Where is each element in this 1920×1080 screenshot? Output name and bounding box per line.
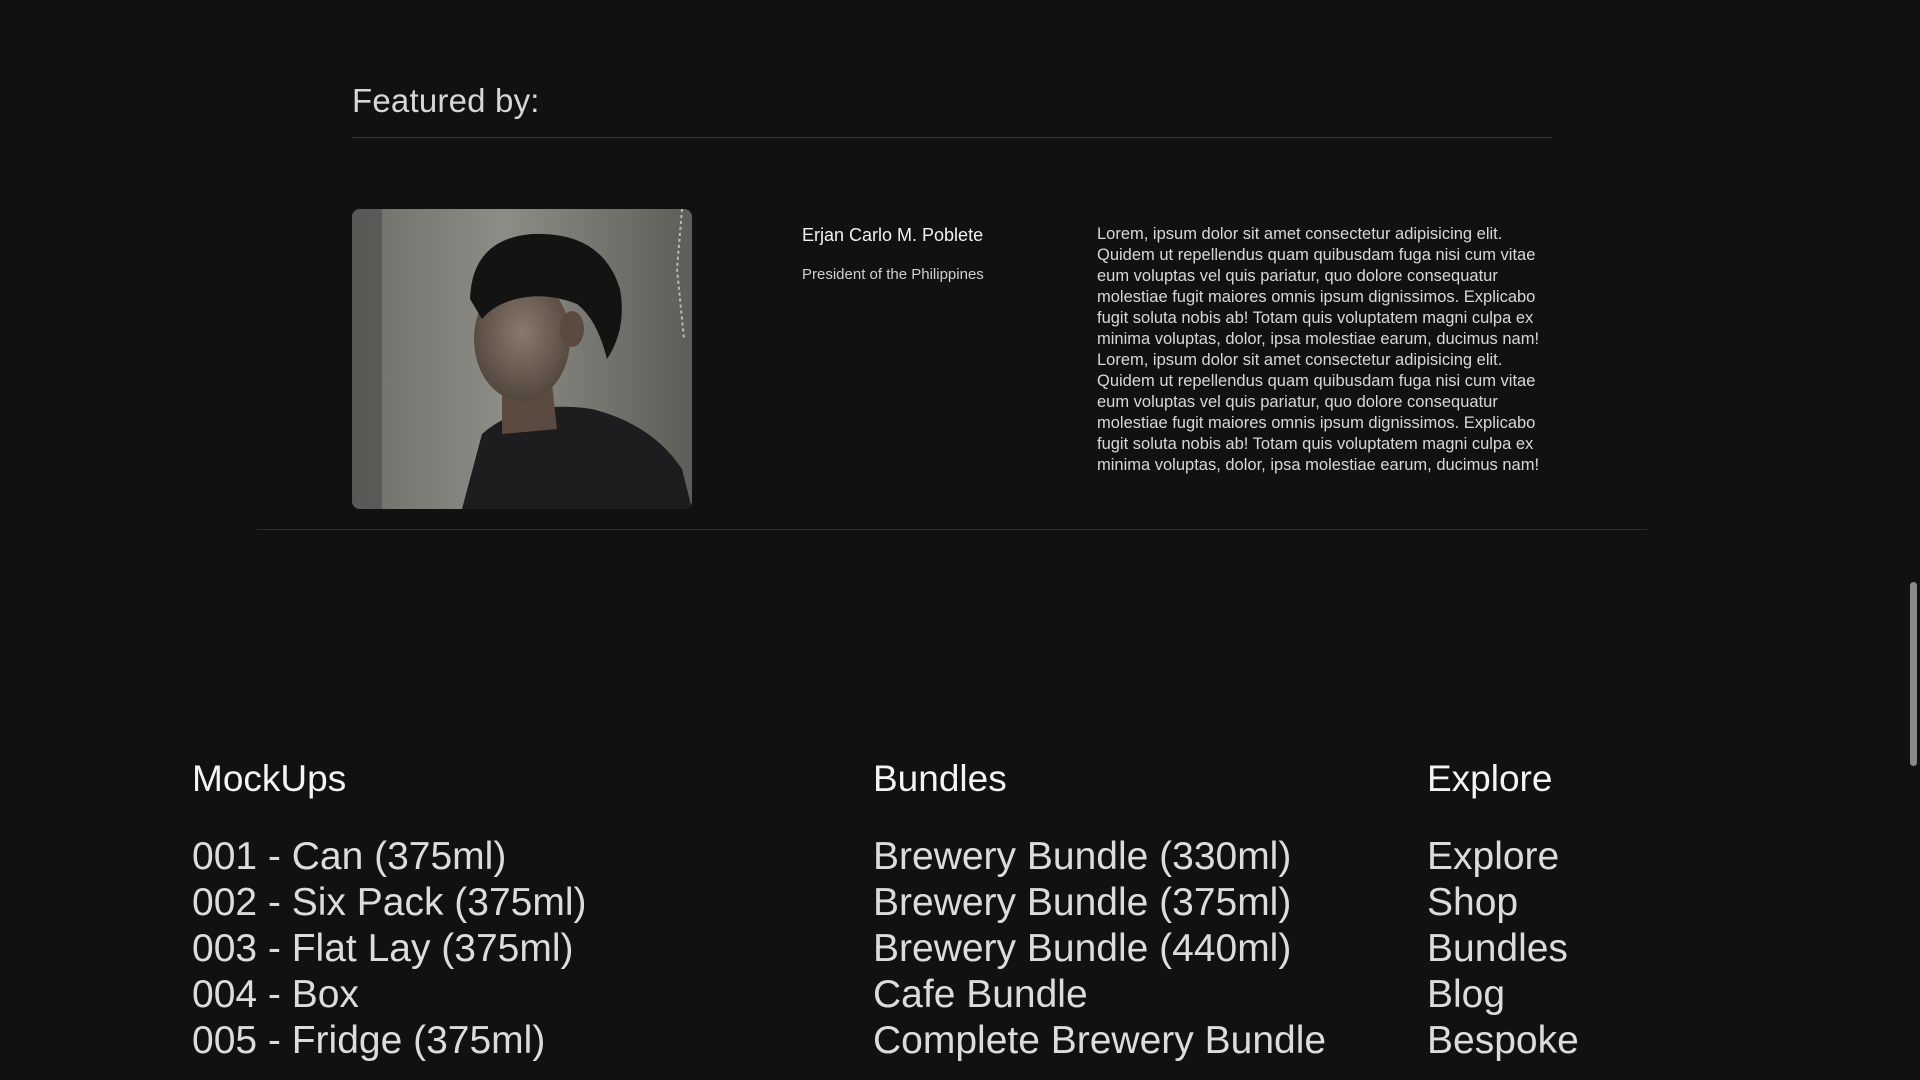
footer-link[interactable]: Brewery Bundle (375ml) — [873, 880, 1326, 926]
featured-person-photo — [352, 209, 692, 509]
footer-column-explore: Explore Explore Shop Bundles Blog Bespok… — [1427, 758, 1579, 1064]
featured-divider — [352, 137, 1552, 138]
footer-link[interactable]: Blog — [1427, 972, 1579, 1018]
scrollbar-thumb[interactable] — [1910, 582, 1917, 766]
footer-link[interactable]: Brewery Bundle (330ml) — [873, 834, 1326, 880]
footer-link[interactable]: Bundles — [1427, 926, 1579, 972]
featured-heading: Featured by: — [352, 82, 540, 119]
footer-link[interactable]: Complete Brewery Bundle — [873, 1018, 1326, 1064]
footer-link[interactable]: Bespoke — [1427, 1018, 1579, 1064]
section-divider — [257, 529, 1647, 530]
footer-link[interactable]: 001 - Can (375ml) — [192, 834, 586, 880]
footer-link[interactable]: 002 - Six Pack (375ml) — [192, 880, 586, 926]
footer-link[interactable]: Cafe Bundle — [873, 972, 1326, 1018]
footer-link[interactable]: 005 - Fridge (375ml) — [192, 1018, 586, 1064]
footer-column-bundles: Bundles Brewery Bundle (330ml) Brewery B… — [873, 758, 1326, 1064]
footer-heading-mockups: MockUps — [192, 758, 347, 799]
footer-list-explore: Explore Shop Bundles Blog Bespoke — [1427, 834, 1579, 1064]
footer-link[interactable]: Shop — [1427, 880, 1579, 926]
footer-heading-explore: Explore — [1427, 758, 1553, 799]
scrollbar-track[interactable] — [1906, 0, 1920, 1080]
footer-link[interactable]: Explore — [1427, 834, 1579, 880]
portrait-image — [352, 209, 692, 509]
featured-person-name: Erjan Carlo M. Poblete — [802, 225, 984, 245]
page: Featured by: Erjan Carlo M. Poblete Pres… — [0, 0, 1920, 1080]
footer-link[interactable]: Brewery Bundle (440ml) — [873, 926, 1326, 972]
footer-list-mockups: 001 - Can (375ml) 002 - Six Pack (375ml)… — [192, 834, 586, 1064]
footer-link[interactable]: 004 - Box — [192, 972, 586, 1018]
footer-heading-bundles: Bundles — [873, 758, 1007, 799]
footer-column-mockups: MockUps 001 - Can (375ml) 002 - Six Pack… — [192, 758, 586, 1064]
featured-person-title: President of the Philippines — [802, 266, 984, 283]
footer-link[interactable]: 003 - Flat Lay (375ml) — [192, 926, 586, 972]
featured-person-bio: Lorem, ipsum dolor sit amet consectetur … — [1097, 225, 1540, 474]
footer-list-bundles: Brewery Bundle (330ml) Brewery Bundle (3… — [873, 834, 1326, 1064]
